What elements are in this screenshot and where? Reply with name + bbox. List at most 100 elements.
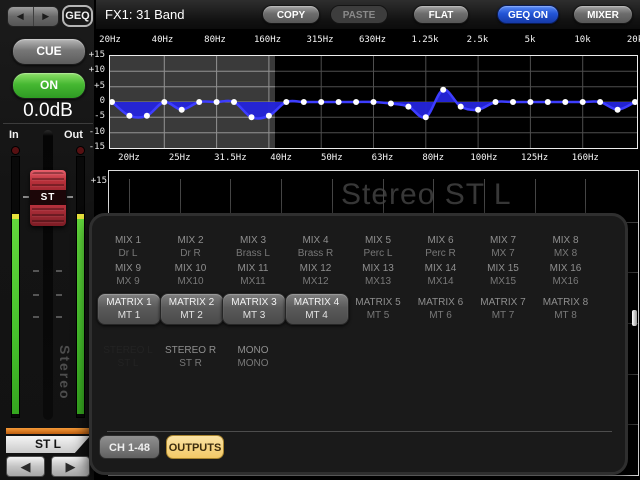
band-zoom-freq-label: 25Hz <box>169 153 191 163</box>
tab-outputs[interactable]: OUTPUTS <box>166 435 224 459</box>
popup-item-mix-6[interactable]: MIX 6Perc R <box>410 234 472 260</box>
popup-item-mix-16[interactable]: MIX 16MX16 <box>535 262 597 288</box>
cue-button[interactable]: CUE <box>12 38 86 65</box>
fader-handle-label: ST <box>30 190 66 205</box>
popup-item-mix-12[interactable]: MIX 12MX12 <box>285 262 347 288</box>
fader-zero-mark <box>67 196 73 198</box>
popup-scrollbar-thumb[interactable] <box>632 310 637 326</box>
geq-title-bar: FX1: 31 Band COPY PASTE FLAT GEQ ON MIXE… <box>96 0 640 30</box>
output-level-meter <box>76 156 85 418</box>
popup-item-mix-14[interactable]: MIX 14MX14 <box>410 262 472 288</box>
fader-scale-tick <box>33 316 39 318</box>
popup-item-matrix-2[interactable]: MATRIX 2MT 2 <box>160 293 224 325</box>
channel-select-popup: CH 1-48 OUTPUTS MIX 1Dr LMIX 2Dr RMIX 3B… <box>89 213 628 475</box>
popup-item-mix-11[interactable]: MIX 11MX11 <box>222 262 284 288</box>
fader-scale-tick <box>33 294 39 296</box>
fader-scale-tick <box>56 270 62 272</box>
band-zoom-freq-label: 50Hz <box>321 153 343 163</box>
popup-item-matrix-8[interactable]: MATRIX 8MT 8 <box>535 296 597 322</box>
prev-channel-button[interactable]: ◀ <box>6 456 45 477</box>
on-button[interactable]: ON <box>12 72 86 99</box>
mixer-button[interactable]: MIXER <box>573 5 633 24</box>
channel-name-vertical: Stereo <box>57 345 73 401</box>
freq-tick-label: 2.5k <box>467 35 489 45</box>
freq-tick-label: 160Hz <box>254 35 281 45</box>
db-tick-label: -5 <box>94 111 105 121</box>
popup-item-matrix-5[interactable]: MATRIX 5MT 5 <box>347 296 409 322</box>
clip-led-in <box>11 146 20 155</box>
freq-tick-label: 1.25k <box>411 35 438 45</box>
band-zoom-db-label: +15 <box>86 176 107 186</box>
db-tick-label: 0 <box>100 96 105 106</box>
meter-out-label: Out <box>64 129 83 141</box>
popup-item-mix-13[interactable]: MIX 13MX13 <box>347 262 409 288</box>
popup-item-matrix-7[interactable]: MATRIX 7MT 7 <box>472 296 534 322</box>
freq-tick-label: 315Hz <box>306 35 333 45</box>
popup-item-mix-7[interactable]: MIX 7MX 7 <box>472 234 534 260</box>
popup-item-mix-1[interactable]: MIX 1Dr L <box>97 234 159 260</box>
band-zoom-freq-label: 160Hz <box>572 153 599 163</box>
popup-divider <box>107 431 612 432</box>
popup-item-mix-4[interactable]: MIX 4Brass R <box>285 234 347 260</box>
freq-tick-label: 10k <box>574 35 590 45</box>
input-level-meter <box>11 156 20 418</box>
freq-axis-band-zoom: 20Hz25Hz31.5Hz40Hz50Hz63Hz80Hz100Hz125Hz… <box>96 149 640 165</box>
geq-overview-graph[interactable] <box>109 55 638 149</box>
band-zoom-freq-label: 100Hz <box>470 153 497 163</box>
popup-item-mix-15[interactable]: MIX 15MX15 <box>472 262 534 288</box>
db-tick-label: +5 <box>94 81 105 91</box>
clip-led-out <box>76 146 85 155</box>
popup-item-mix-2[interactable]: MIX 2Dr R <box>160 234 222 260</box>
popup-item-mix-3[interactable]: MIX 3Brass L <box>222 234 284 260</box>
sidebar-divider <box>3 123 93 124</box>
band-zoom-freq-label: 40Hz <box>270 153 292 163</box>
geq-editor-screen: ◀ ▶ GEQ CUE ON 0.0dB In Out ST Stereo ST… <box>0 0 640 480</box>
geq-nav-segment: ◀ ▶ <box>7 6 59 27</box>
freq-tick-label: 630Hz <box>359 35 386 45</box>
prev-geq-arrow-icon[interactable]: ◀ <box>8 7 34 26</box>
band-zoom-freq-label: 31.5Hz <box>214 153 247 163</box>
copy-button[interactable]: COPY <box>262 5 320 24</box>
freq-tick-label: 40Hz <box>152 35 174 45</box>
paste-button[interactable]: PASTE <box>330 5 388 24</box>
next-channel-button[interactable]: ▶ <box>51 456 90 477</box>
fader-scale-tick <box>33 270 39 272</box>
channel-watermark: Stereo ST L <box>341 178 512 212</box>
meter-in-label: In <box>9 129 19 141</box>
popup-item-mix-9[interactable]: MIX 9MX 9 <box>97 262 159 288</box>
popup-item-mix-8[interactable]: MIX 8MX 8 <box>535 234 597 260</box>
freq-tick-label: 20Hz <box>99 35 121 45</box>
popup-item-matrix-6[interactable]: MATRIX 6MT 6 <box>410 296 472 322</box>
popup-item-matrix-3[interactable]: MATRIX 3MT 3 <box>222 293 286 325</box>
channel-color-bar <box>6 428 90 434</box>
freq-tick-label: 20k <box>627 35 640 45</box>
band-zoom-freq-label: 125Hz <box>521 153 548 163</box>
fader-gain-value: 0.0dB <box>0 100 96 122</box>
db-tick-label: -10 <box>89 127 105 137</box>
fader-zero-mark <box>23 196 29 198</box>
popup-item-stereo-l[interactable]: STEREO LST L <box>97 344 159 370</box>
fader-handle[interactable]: ST <box>30 170 66 226</box>
channel-strip-sidebar: ◀ ▶ GEQ CUE ON 0.0dB In Out ST Stereo ST… <box>0 0 96 480</box>
fader-scale-tick <box>56 294 62 296</box>
band-zoom-freq-label: 80Hz <box>422 153 444 163</box>
geq-on-toggle[interactable]: GEQ ON <box>497 5 559 24</box>
popup-item-stereo-r[interactable]: STEREO RST R <box>160 344 222 370</box>
freq-axis-top: 20Hz40Hz80Hz160Hz315Hz630Hz1.25k2.5k5k10… <box>96 31 640 53</box>
geq-title: FX1: 31 Band <box>105 0 185 30</box>
channel-name-label[interactable]: ST L <box>6 436 90 453</box>
next-geq-arrow-icon[interactable]: ▶ <box>34 7 59 26</box>
freq-tick-label: 5k <box>525 35 536 45</box>
tab-ch-1-48[interactable]: CH 1-48 <box>99 435 160 459</box>
geq-mode-tag[interactable]: GEQ <box>62 5 93 27</box>
popup-item-mono[interactable]: MONOMONO <box>222 344 284 370</box>
popup-item-matrix-1[interactable]: MATRIX 1MT 1 <box>97 293 161 325</box>
db-axis-labels: +15+10+50-5-10-15 <box>86 55 107 147</box>
db-tick-label: +15 <box>89 50 105 60</box>
popup-item-mix-10[interactable]: MIX 10MX10 <box>160 262 222 288</box>
db-tick-label: +10 <box>89 65 105 75</box>
band-zoom-freq-label: 20Hz <box>118 153 140 163</box>
flat-button[interactable]: FLAT <box>413 5 469 24</box>
popup-item-mix-5[interactable]: MIX 5Perc L <box>347 234 409 260</box>
popup-item-matrix-4[interactable]: MATRIX 4MT 4 <box>285 293 349 325</box>
